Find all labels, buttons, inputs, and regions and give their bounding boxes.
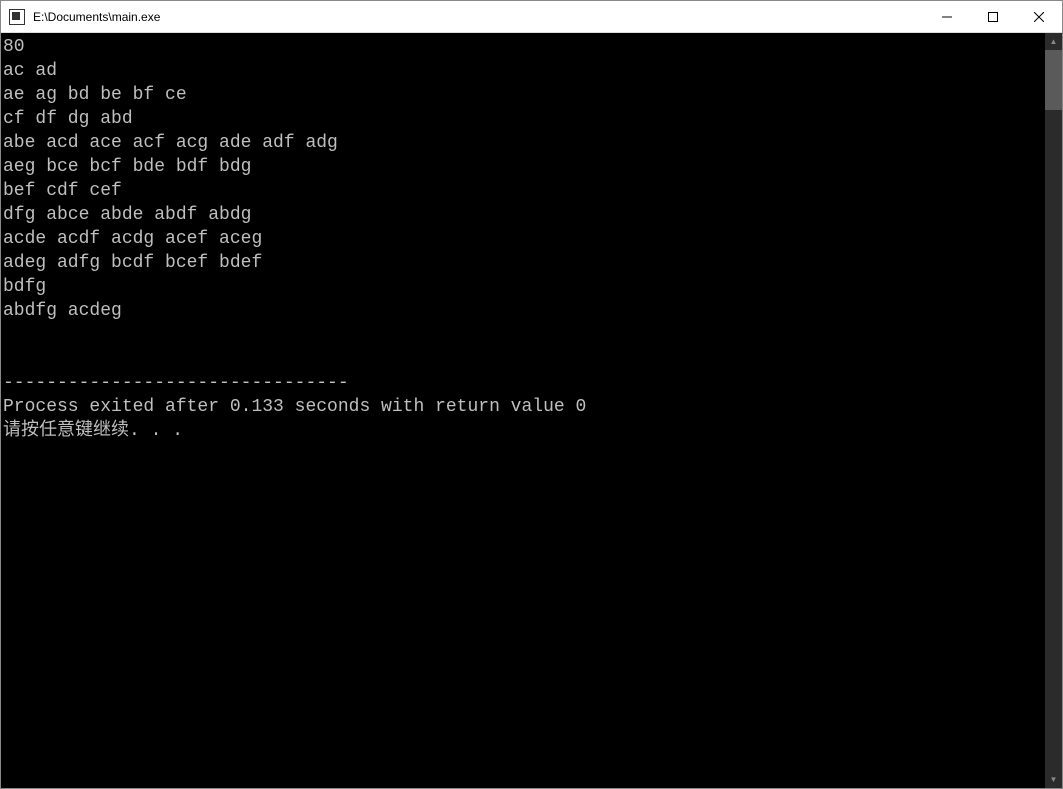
minimize-button[interactable] — [924, 1, 970, 32]
vertical-scrollbar[interactable]: ▲ ▼ — [1045, 33, 1062, 788]
console-area: 80 ac ad ae ag bd be bf ce cf df dg abd … — [1, 33, 1062, 788]
scrollbar-thumb[interactable] — [1045, 50, 1062, 110]
scroll-down-arrow[interactable]: ▼ — [1045, 771, 1062, 788]
close-icon — [1034, 12, 1044, 22]
window-controls — [924, 1, 1062, 32]
console-output[interactable]: 80 ac ad ae ag bd be bf ce cf df dg abd … — [1, 33, 1045, 788]
maximize-button[interactable] — [970, 1, 1016, 32]
window-title: E:\Documents\main.exe — [31, 10, 924, 24]
maximize-icon — [988, 12, 998, 22]
app-icon — [9, 9, 25, 25]
close-button[interactable] — [1016, 1, 1062, 32]
minimize-icon — [942, 12, 952, 22]
titlebar[interactable]: E:\Documents\main.exe — [1, 1, 1062, 33]
scroll-up-arrow[interactable]: ▲ — [1045, 33, 1062, 50]
